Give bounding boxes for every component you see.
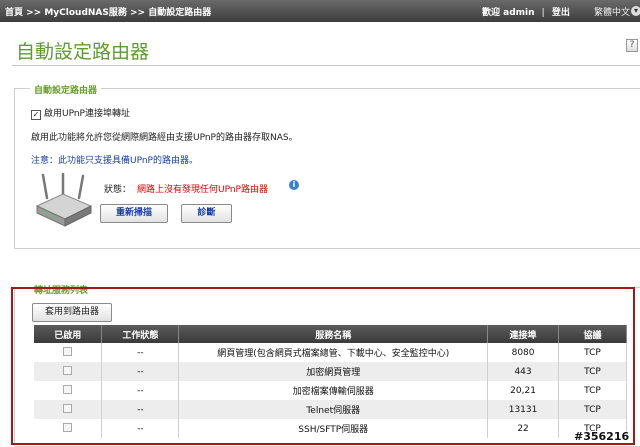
divider <box>12 65 640 66</box>
protocol-cell: TCP <box>558 381 627 400</box>
service-name-cell: Telnet伺服器 <box>178 400 489 419</box>
rescan-button[interactable]: 重新掃描 <box>100 204 168 223</box>
service-table: 已啟用 工作狀態 服務名稱 連接埠 協議 -- 網頁管理(包含網頁式檔案總管、下… <box>34 325 627 438</box>
port-cell: 13131 <box>487 400 560 419</box>
service-enable-checkbox[interactable] <box>63 403 73 413</box>
table-row: -- Telnet伺服器 13131 TCP <box>34 400 627 419</box>
upnp-note: 注意：此功能只支援具備UPnP的路由器。 <box>31 156 198 166</box>
service-name-cell: 加密檔案傳輸伺服器 <box>178 381 489 400</box>
upnp-enable-row: ✓ 啟用UPnP連接埠轉址 <box>31 106 130 120</box>
port-cell: 443 <box>487 362 560 381</box>
service-name-cell: 網頁管理(包含網頁式檔案總管、下載中心、安全監控中心) <box>178 343 489 362</box>
apply-to-router-button[interactable]: 套用到路由器 <box>32 303 112 322</box>
language-selector[interactable]: 繁體中文 <box>594 5 630 18</box>
status-cell: -- <box>101 381 180 400</box>
enabled-cell <box>34 419 103 438</box>
table-row: -- 網頁管理(包含網頁式檔案總管、下載中心、安全監控中心) 8080 TCP <box>34 343 627 362</box>
port-cell: 20,21 <box>487 381 560 400</box>
column-header-port: 連接埠 <box>487 325 560 343</box>
status-cell: -- <box>101 362 180 381</box>
column-header-enabled: 已啟用 <box>34 325 103 343</box>
service-enable-checkbox[interactable] <box>63 365 73 375</box>
upnp-section-legend: 自動設定路由器 <box>30 83 102 96</box>
enabled-cell <box>34 362 103 381</box>
forwarding-section-legend: 轉址服務列表 <box>30 283 93 296</box>
upnp-enable-checkbox[interactable]: ✓ <box>31 110 41 120</box>
port-cell: 22 <box>487 419 560 438</box>
page-title: 自動設定路由器 <box>16 41 150 63</box>
top-navigation-bar: 首頁 >> MyCloudNAS服務 >> 自動設定路由器 歡迎 admin |… <box>0 0 640 22</box>
status-cell: -- <box>101 419 180 438</box>
protocol-cell: TCP <box>558 400 627 419</box>
status-cell: -- <box>101 343 180 362</box>
chevron-down-icon[interactable]: ▾ <box>631 6 640 16</box>
enabled-cell <box>34 381 103 400</box>
help-icon[interactable]: ? <box>626 39 638 52</box>
port-cell: 8080 <box>487 343 560 362</box>
user-area: 歡迎 admin | 登出 <box>482 5 570 18</box>
protocol-cell: TCP <box>558 343 627 362</box>
column-header-status: 工作狀態 <box>101 325 180 343</box>
table-row: -- 加密網頁管理 443 TCP <box>34 362 627 381</box>
protocol-cell: TCP <box>558 362 627 381</box>
service-name-cell: 加密網頁管理 <box>178 362 489 381</box>
router-icon <box>35 173 93 227</box>
welcome-text: 歡迎 admin <box>482 8 535 18</box>
status-message: 網路上沒有發現任何UPnP路由器 <box>137 185 268 195</box>
watermark-text: #356216 <box>574 430 630 443</box>
table-header-row: 已啟用 工作狀態 服務名稱 連接埠 協議 <box>34 325 627 343</box>
service-enable-checkbox[interactable] <box>63 422 73 432</box>
enabled-cell <box>34 400 103 419</box>
upnp-enable-label[interactable]: 啟用UPnP連接埠轉址 <box>44 109 130 119</box>
service-enable-checkbox[interactable] <box>63 346 73 356</box>
diagnose-button[interactable]: 診斷 <box>181 204 232 223</box>
upnp-description: 啟用此功能將允許您從網際網路經由支援UPnP的路由器存取NAS。 <box>31 133 298 143</box>
breadcrumb[interactable]: 首頁 >> MyCloudNAS服務 >> 自動設定路由器 <box>5 5 211 18</box>
table-row: -- 加密檔案傳輸伺服器 20,21 TCP <box>34 381 627 400</box>
service-name-cell: SSH/SFTP伺服器 <box>178 419 489 438</box>
table-row: -- SSH/SFTP伺服器 22 TCP <box>34 419 627 438</box>
service-enable-checkbox[interactable] <box>63 384 73 394</box>
status-label: 狀態： <box>104 185 132 195</box>
info-icon[interactable]: i <box>289 180 299 190</box>
logout-link[interactable]: 登出 <box>552 8 570 18</box>
enabled-cell <box>34 343 103 362</box>
column-header-service: 服務名稱 <box>178 325 489 343</box>
status-cell: -- <box>101 400 180 419</box>
column-header-protocol: 協議 <box>558 325 627 343</box>
separator: | <box>541 8 545 18</box>
